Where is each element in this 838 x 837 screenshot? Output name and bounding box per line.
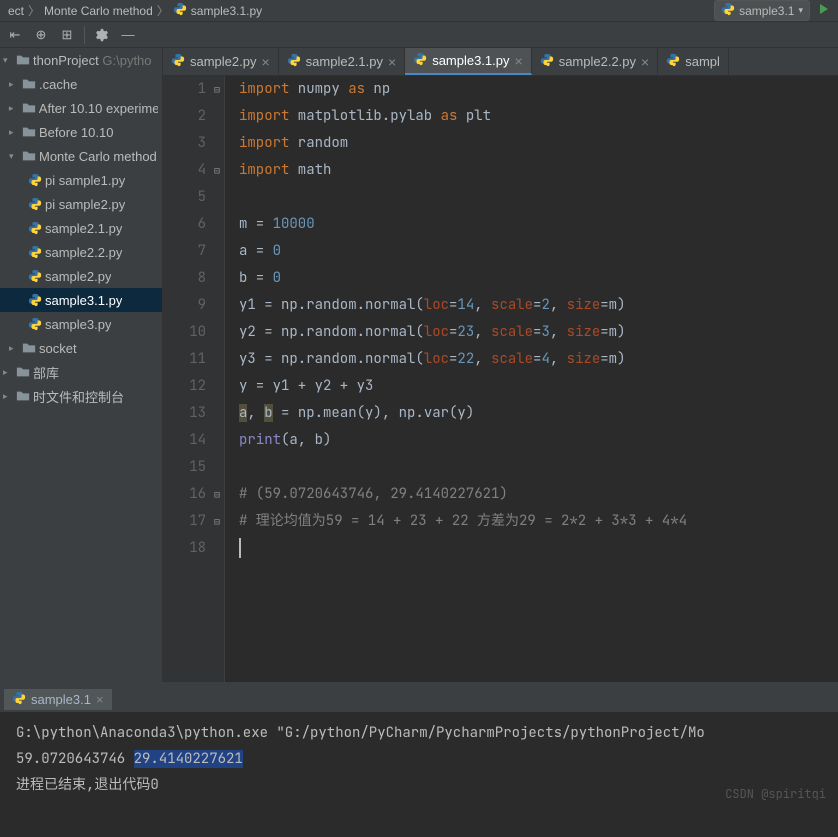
py-icon [28, 221, 42, 235]
select-opened-button[interactable]: ⊞ [56, 24, 78, 46]
tree-item[interactable]: ▾Monte Carlo method [0, 144, 162, 168]
code-editor[interactable]: 1⊟234⊟5678910111213141516⊟17⊟18 import n… [163, 76, 838, 682]
scratch-icon [16, 389, 30, 403]
settings-button[interactable] [91, 24, 113, 46]
py-icon [721, 2, 735, 19]
py-icon [666, 53, 680, 70]
tree-item[interactable]: ▸部库 [0, 360, 162, 384]
py-icon [28, 173, 42, 187]
run-config-selector[interactable]: sample3.1 ▾ [714, 0, 810, 21]
separator [84, 26, 85, 44]
tree-item[interactable]: ▸socket [0, 336, 162, 360]
py-icon [413, 52, 427, 69]
run-button[interactable] [818, 3, 830, 18]
project-toolbar: ⇤ ⊕ ⊞ — [0, 22, 838, 48]
breadcrumb: ect 〉 Monte Carlo method 〉 sample3.1.py … [0, 0, 838, 22]
tree-item[interactable]: sample2.1.py [0, 216, 162, 240]
gutter[interactable]: 1⊟234⊟5678910111213141516⊟17⊟18 [163, 76, 225, 682]
py-icon [540, 53, 554, 70]
tree-item[interactable]: ▸.cache [0, 72, 162, 96]
py-icon [28, 245, 42, 259]
folder-icon [22, 149, 36, 163]
folder-icon [22, 77, 36, 91]
close-tab-button[interactable]: × [388, 54, 396, 70]
close-tab-button[interactable]: × [641, 54, 649, 70]
editor-tab[interactable]: sample2.py× [163, 48, 279, 75]
breadcrumb-part[interactable]: ect [8, 4, 24, 18]
breadcrumb-part[interactable]: Monte Carlo method [44, 4, 153, 18]
tree-item[interactable]: ▸After 10.10 experime [0, 96, 162, 120]
lib-icon [16, 365, 30, 379]
tree-item[interactable]: sample2.2.py [0, 240, 162, 264]
tree-item[interactable]: pi sample2.py [0, 192, 162, 216]
py-icon [28, 293, 42, 307]
tree-item[interactable]: sample3.1.py [0, 288, 162, 312]
py-icon [28, 197, 42, 211]
close-tab-button[interactable]: × [261, 54, 269, 70]
expand-all-button[interactable]: ⊕ [30, 24, 52, 46]
editor-tab[interactable]: sample2.2.py× [532, 48, 659, 75]
project-tree[interactable]: ▾thonProject G:\pytho▸.cache▸After 10.10… [0, 48, 163, 682]
close-tab-button[interactable]: × [96, 692, 104, 707]
folder-icon [22, 101, 36, 115]
py-icon [12, 691, 26, 708]
collapse-all-button[interactable]: ⇤ [4, 24, 26, 46]
code-content[interactable]: import numpy as npimport matplotlib.pyla… [225, 76, 838, 682]
chevron-right-icon: 〉 [157, 2, 169, 19]
editor-tab[interactable]: sample3.1.py× [405, 48, 532, 75]
folder-icon [22, 341, 36, 355]
py-icon [173, 2, 187, 19]
py-icon [171, 53, 185, 70]
breadcrumb-file[interactable]: sample3.1.py [191, 4, 262, 18]
py-icon [28, 269, 42, 283]
tree-item[interactable]: sample3.py [0, 312, 162, 336]
watermark: CSDN @spiritqi [725, 781, 826, 807]
close-tab-button[interactable]: × [515, 53, 523, 69]
editor-tab[interactable]: sample2.1.py× [279, 48, 406, 75]
chevron-down-icon: ▾ [798, 5, 803, 16]
tree-item[interactable]: ▾thonProject G:\pytho [0, 48, 162, 72]
tree-item[interactable]: pi sample1.py [0, 168, 162, 192]
run-panel: sample3.1 × G:\python\Anaconda3\python.e… [0, 682, 838, 837]
editor-tabs: sample2.py×sample2.1.py×sample3.1.py×sam… [163, 48, 838, 76]
folder-icon [22, 125, 36, 139]
tree-item[interactable]: ▸时文件和控制台 [0, 384, 162, 408]
hide-button[interactable]: — [117, 24, 139, 46]
tree-item[interactable]: sample2.py [0, 264, 162, 288]
tree-item[interactable]: ▸Before 10.10 [0, 120, 162, 144]
py-icon [28, 317, 42, 331]
console-output[interactable]: G:\python\Anaconda3\python.exe "G:/pytho… [0, 712, 838, 837]
project-icon [16, 53, 30, 67]
run-tab[interactable]: sample3.1 × [4, 689, 112, 710]
editor-tab[interactable]: sampl [658, 48, 729, 75]
py-icon [287, 53, 301, 70]
chevron-right-icon: 〉 [28, 2, 40, 19]
